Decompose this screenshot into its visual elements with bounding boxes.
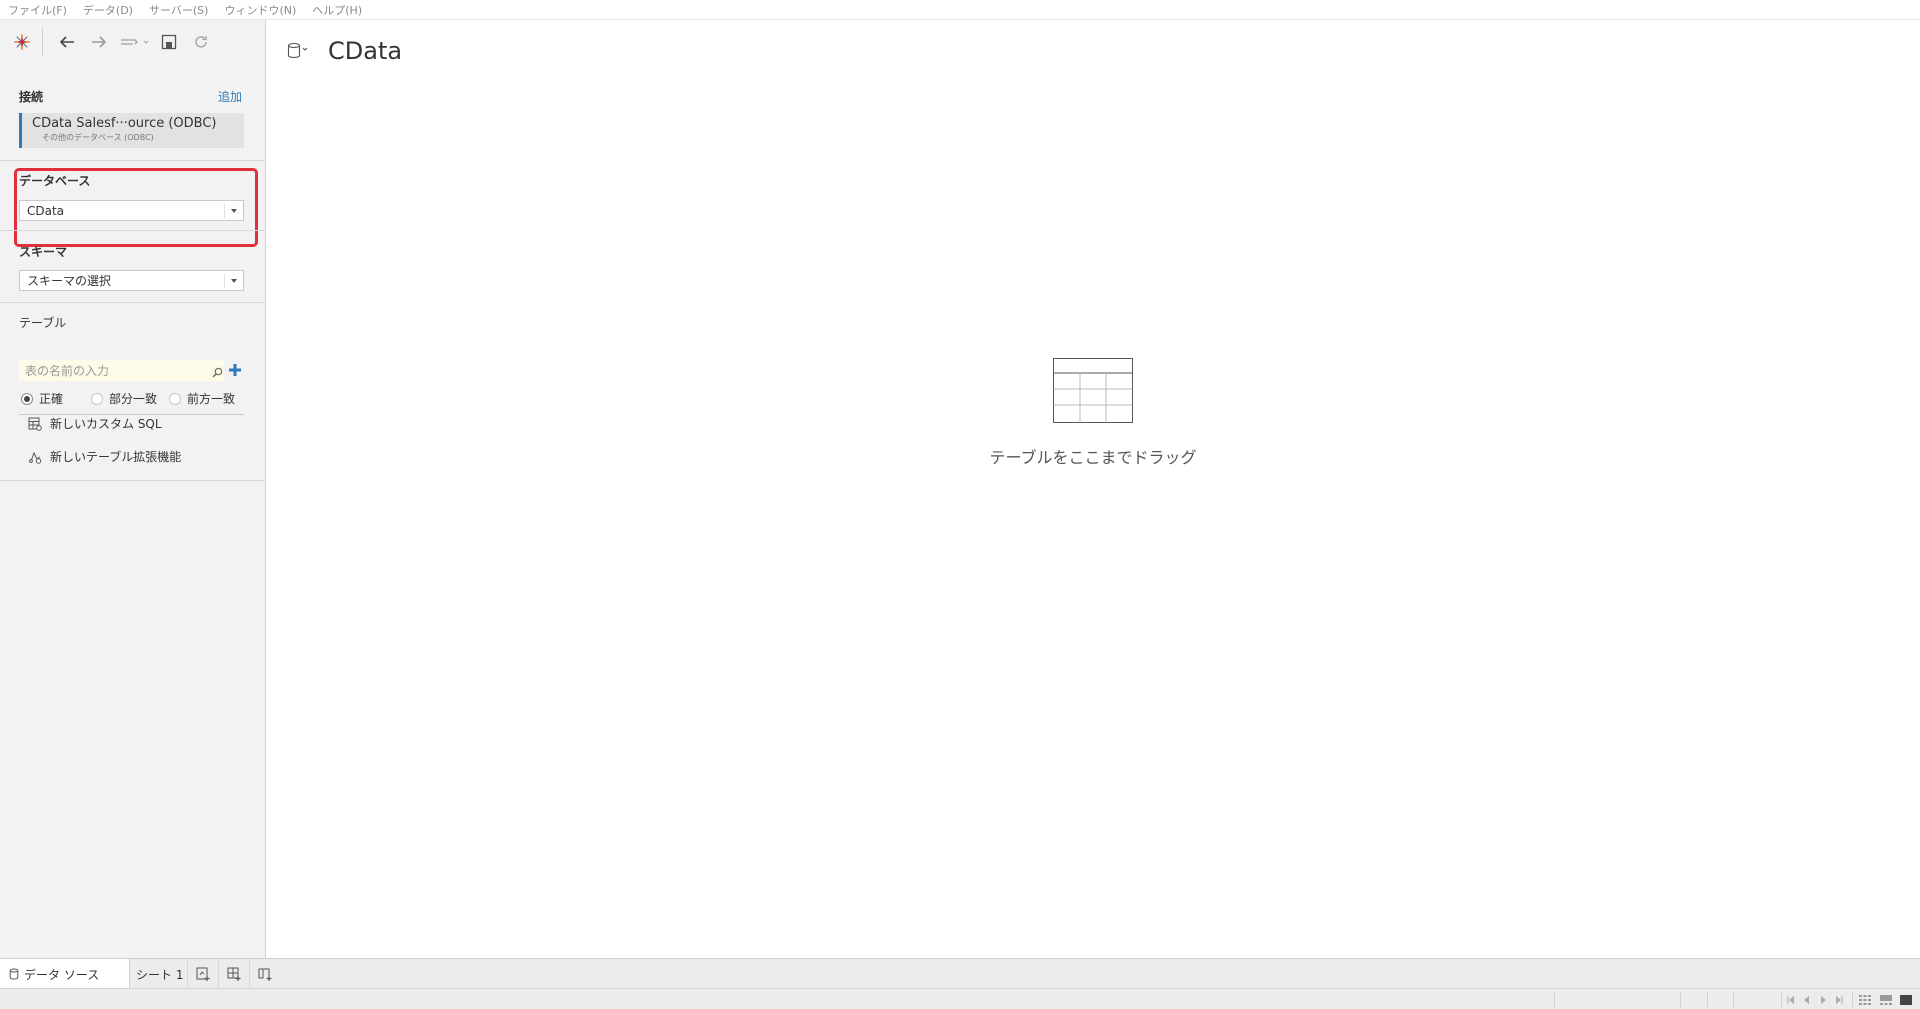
- match-prefix-label: 前方一致: [187, 392, 236, 406]
- divider: [0, 480, 266, 481]
- chevron-down-icon: [231, 209, 237, 213]
- chevron-down-icon: [231, 279, 237, 283]
- menu-bar: ファイル(F) データ(D) サーバー(S) ウィンドウ(N) ヘルプ(H): [0, 0, 1920, 20]
- database-icon: [287, 42, 308, 59]
- status-separator: [1781, 992, 1782, 1007]
- database-value: CData: [27, 203, 65, 218]
- schema-value: スキーマの選択: [27, 274, 112, 288]
- sheet-tab-bar: データ ソース シート 1: [0, 958, 1920, 989]
- drop-hint: テーブルをここまでドラッグ: [989, 448, 1197, 467]
- match-exact-label: 正確: [39, 392, 64, 406]
- table-extension-label: 新しいテーブル拡張機能: [50, 450, 182, 464]
- search-icon[interactable]: [212, 363, 223, 382]
- prev-page-icon[interactable]: [1800, 993, 1814, 1006]
- connections-label: 接続: [19, 90, 44, 104]
- match-prefix-radio[interactable]: 前方一致: [169, 390, 235, 407]
- datasource-title[interactable]: CData: [328, 37, 402, 65]
- new-custom-sql-button[interactable]: 新しいカスタム SQL: [28, 415, 162, 432]
- toolbar-separator: [42, 27, 43, 57]
- last-page-icon[interactable]: [1832, 993, 1846, 1006]
- toolbar: [0, 20, 266, 64]
- status-bar: [0, 988, 1920, 1009]
- datasource-menu[interactable]: [287, 42, 311, 60]
- status-separator: [1680, 992, 1681, 1007]
- refresh-icon[interactable]: [187, 28, 215, 56]
- database-select[interactable]: CData: [19, 200, 244, 221]
- schema-label: スキーマ: [19, 245, 68, 259]
- table-icon: [1053, 358, 1133, 423]
- custom-sql-label: 新しいカスタム SQL: [50, 417, 162, 431]
- new-table-extension-button[interactable]: 新しいテーブル拡張機能: [28, 448, 181, 465]
- new-story-icon[interactable]: [249, 959, 279, 989]
- radio-selected-icon: [21, 392, 33, 405]
- divider: [0, 302, 266, 303]
- sheet-sorter-icon[interactable]: [1858, 993, 1872, 1006]
- custom-sql-icon: [28, 417, 42, 431]
- match-partial-label: 部分一致: [109, 392, 158, 406]
- tab-sheet-1-label: シート 1: [136, 967, 184, 982]
- divider: [0, 160, 266, 161]
- new-dashboard-icon[interactable]: [218, 959, 248, 989]
- back-arrow-icon[interactable]: [53, 28, 81, 56]
- add-table-plus-icon[interactable]: [226, 361, 244, 379]
- match-options: 正確 部分一致 前方一致: [21, 390, 259, 407]
- table-drop-zone[interactable]: [1053, 358, 1133, 423]
- select-separator: [224, 274, 225, 288]
- connection-name: CData Salesf···ource (ODBC): [32, 116, 217, 131]
- match-partial-radio[interactable]: 部分一致: [91, 390, 157, 407]
- first-page-icon[interactable]: [1784, 993, 1798, 1006]
- status-separator: [1554, 992, 1555, 1007]
- table-label: テーブル: [19, 316, 67, 330]
- tabs-view-icon[interactable]: [1899, 993, 1913, 1006]
- schema-select[interactable]: スキーマの選択: [19, 270, 244, 291]
- connection-card[interactable]: CData Salesf···ource (ODBC) その他のデータベース (…: [19, 113, 244, 148]
- tab-data-source[interactable]: データ ソース: [0, 959, 130, 989]
- menu-file[interactable]: ファイル(F): [8, 2, 67, 18]
- menu-help[interactable]: ヘルプ(H): [312, 2, 362, 18]
- save-icon[interactable]: [155, 28, 183, 56]
- table-extension-icon: [29, 451, 42, 464]
- menu-server[interactable]: サーバー(S): [149, 2, 208, 18]
- database-label: データベース: [19, 174, 91, 188]
- status-separator: [1707, 992, 1708, 1007]
- status-separator: [1852, 992, 1853, 1007]
- tab-sheet-1[interactable]: シート 1: [136, 959, 186, 989]
- redirect-icon[interactable]: [117, 28, 151, 56]
- radio-unselected-icon: [91, 392, 104, 405]
- data-source-sidebar: 接続 追加 CData Salesf···ource (ODBC) その他のデー…: [0, 20, 266, 958]
- divider: [0, 230, 266, 231]
- main-canvas: CData テーブルをここまでドラッグ: [267, 20, 1920, 958]
- next-page-icon[interactable]: [1816, 993, 1830, 1006]
- filmstrip-icon[interactable]: [1879, 993, 1893, 1006]
- radio-unselected-icon: [169, 392, 182, 405]
- connection-type: その他のデータベース (ODBC): [42, 133, 154, 142]
- database-icon: [9, 968, 19, 980]
- select-separator: [224, 204, 225, 218]
- table-search-input[interactable]: [19, 360, 224, 381]
- add-connection-link[interactable]: 追加: [218, 88, 242, 105]
- menu-data[interactable]: データ(D): [83, 2, 133, 18]
- status-separator: [1733, 992, 1734, 1007]
- tableau-logo-icon[interactable]: [8, 28, 36, 56]
- forward-arrow-icon[interactable]: [85, 28, 113, 56]
- match-exact-radio[interactable]: 正確: [21, 390, 63, 407]
- new-worksheet-icon[interactable]: [187, 959, 217, 989]
- menu-window[interactable]: ウィンドウ(N): [224, 2, 296, 18]
- tab-data-source-label: データ ソース: [24, 967, 100, 982]
